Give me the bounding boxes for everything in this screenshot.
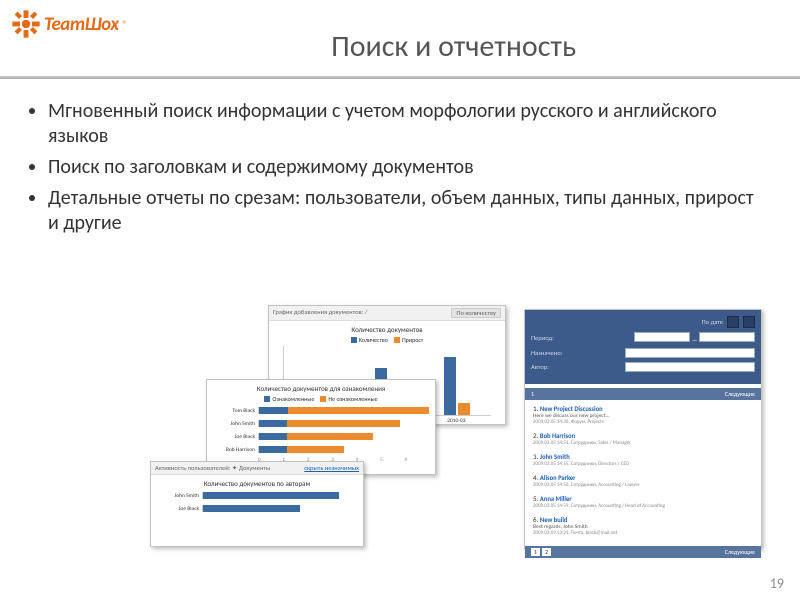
bullet-item: Поиск по заголовкам и содержимому докуме… [48,155,764,180]
assigned-label: Назначено: [531,349,562,357]
panel3-title: Активность пользователей: ✦ Документы [155,464,270,472]
panel1-chart-title: Количество документов [275,325,499,334]
screenshots-collage: График добавления документов: / По колич… [150,305,780,565]
result-item[interactable]: 3. John Smith2009.03.05 14:55, Сотрудник… [533,452,753,467]
period-label: Период: [531,334,554,342]
search-icon[interactable] [743,316,755,328]
author-label: Автор: [531,363,549,371]
period-from[interactable] [634,332,690,342]
result-item[interactable]: 6. New buildBest regards, John Smith2009… [533,515,753,536]
panel1-legend: Количество Прирост [275,336,499,344]
logo: TeamШох ® [12,10,127,38]
panel2-chart-title: Количество документов для ознакомления [213,384,429,393]
slide-number: 19 [770,575,784,592]
panel-user-activity: Активность пользователей: ✦ Документы ск… [150,461,364,547]
sort-label: По дате [702,318,723,326]
author-input[interactable] [625,362,755,372]
result-item[interactable]: 2. Bob Harrison2009.03.05 14:51, Сотрудн… [533,431,753,446]
bullet-item: Детальные отчеты по срезам: пользователи… [48,186,764,236]
result-item[interactable]: 4. Alison Parker2009.03.05 14:56, Сотруд… [533,473,753,488]
panel2-legend: Ознакомленные Не ознакомленные [213,395,429,403]
result-item[interactable]: 5. Anna Miller2009.03.05 14:59, Сотрудни… [533,494,753,509]
panel3-chart-title: Количество документов по авторам [157,479,357,488]
logo-text: TeamШох [44,13,119,36]
panel3-link[interactable]: скрыть незначимых [304,464,359,472]
result-list: 1. New Project DiscussionHere we discuss… [525,400,761,546]
page-1[interactable]: 1 [531,548,540,556]
panel1-tab[interactable]: По количеству [451,308,501,318]
page-current: 1 [531,390,534,398]
bullet-item: Мгновенный поиск информации с учетом мор… [48,99,764,149]
period-to[interactable] [699,332,755,342]
panel-search-results: По дате Период: — Назначено: Автор: 1 Сле… [524,309,762,549]
assigned-input[interactable] [625,348,755,358]
result-item[interactable]: 1. New Project DiscussionHere we discuss… [533,404,753,425]
bullet-list: Мгновенный поиск информации с учетом мор… [0,79,800,236]
logo-icon [12,10,40,38]
next-link-bottom[interactable]: Следующие [725,548,755,556]
slide-title: Поиск и отчетность [127,10,780,65]
calendar-icon[interactable] [727,316,739,328]
page-2[interactable]: 2 [542,548,551,556]
search-header: По дате Период: — Назначено: Автор: [525,310,761,384]
next-link[interactable]: Следующие [725,390,755,398]
panel1-title: График добавления документов: / [273,308,367,318]
